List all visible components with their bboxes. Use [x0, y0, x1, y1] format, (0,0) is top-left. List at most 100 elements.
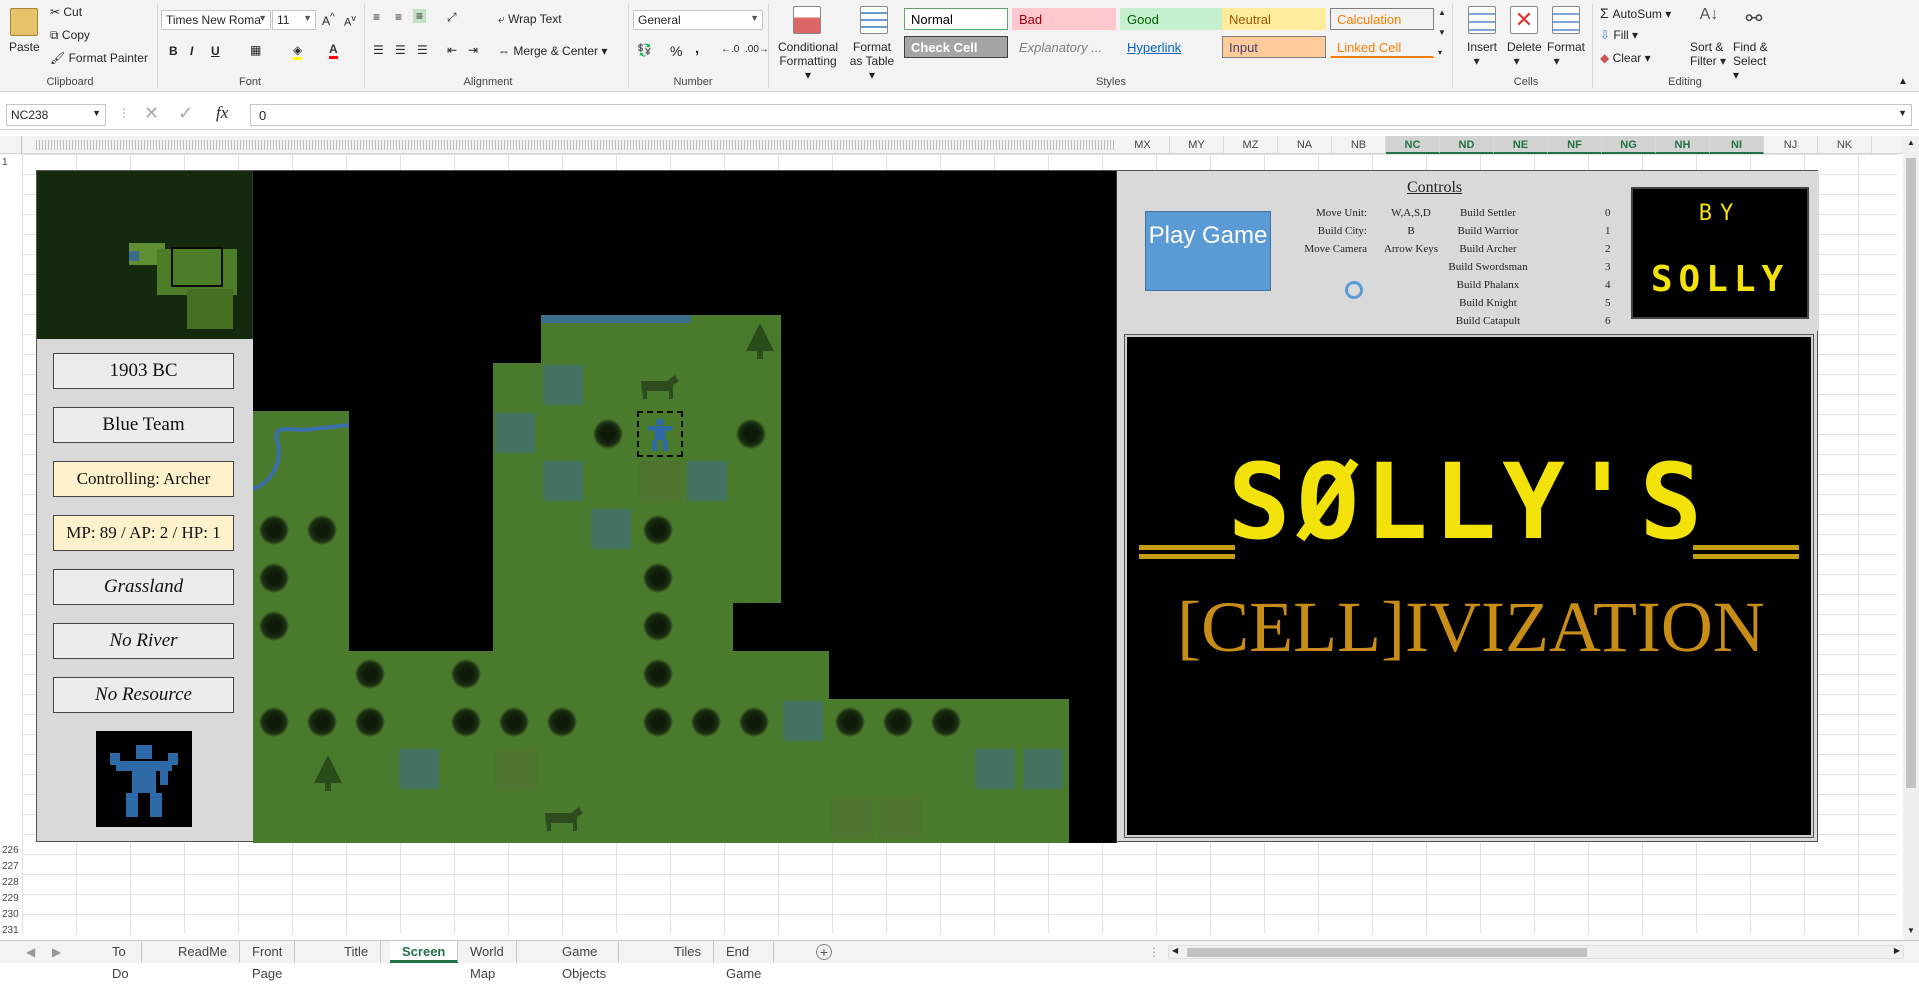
align-middle-icon[interactable]: ≡ — [395, 10, 402, 24]
gallery-scroll-up-icon[interactable]: ▲ — [1438, 8, 1446, 17]
insert-button[interactable]: Insert ▾ — [1467, 40, 1497, 68]
align-left-icon[interactable]: ☰ — [373, 43, 384, 57]
decrease-decimal-icon[interactable]: .00→ — [745, 44, 769, 55]
column-header-mx[interactable]: MX — [1116, 136, 1170, 154]
column-header-mz[interactable]: MZ — [1224, 136, 1278, 154]
cell-style-neutral[interactable]: Neutral — [1222, 8, 1326, 30]
paste-icon[interactable] — [10, 8, 38, 36]
fx-icon[interactable]: fx — [216, 103, 228, 123]
collapse-ribbon-icon[interactable]: ▲ — [1898, 76, 1908, 87]
column-header-ng[interactable]: NG — [1602, 136, 1656, 154]
scroll-right-icon[interactable]: ▶ — [1894, 946, 1900, 955]
play-game-button[interactable]: Play Game — [1145, 211, 1271, 291]
comma-button[interactable]: , — [695, 40, 699, 57]
row-header[interactable]: 229 — [0, 893, 22, 904]
number-format-select[interactable]: General ▼ — [633, 10, 763, 30]
gallery-more-icon[interactable]: ▾ — [1438, 48, 1442, 57]
align-bottom-icon[interactable]: ≡ — [413, 9, 427, 23]
increase-decimal-icon[interactable]: ←.0 — [721, 44, 739, 55]
binoculars-icon[interactable]: ⚯ — [1740, 6, 1768, 34]
sort-filter-icon[interactable]: A↓ — [1695, 6, 1723, 34]
column-header-nc[interactable]: NC — [1386, 136, 1440, 154]
cell-style-good[interactable]: Good — [1120, 8, 1224, 30]
tab-game-objects[interactable]: Game Objects — [550, 941, 620, 981]
fill-button[interactable]: ⇩ Fill ▾ — [1600, 28, 1638, 42]
column-header-nk[interactable]: NK — [1818, 136, 1872, 154]
find-select-button[interactable]: Find & Select ▾ — [1733, 40, 1775, 82]
cell-styles-gallery[interactable]: Normal Bad Good Neutral Calculation Check Cel… — [904, 8, 1442, 64]
row-header[interactable]: 230 — [0, 909, 22, 920]
delete-cells-icon[interactable]: ✕ — [1510, 6, 1538, 34]
cell-style-linked-cell[interactable]: Linked Cell — [1330, 36, 1434, 58]
scroll-down-icon[interactable]: ▼ — [1907, 926, 1915, 935]
insert-cells-icon[interactable] — [1468, 6, 1496, 34]
vertical-scrollbar[interactable]: ▲ ▼ — [1903, 136, 1919, 940]
cut-button[interactable]: ✂ Cut — [50, 5, 82, 19]
percent-button[interactable]: % — [670, 43, 682, 59]
selected-unit-cursor[interactable] — [637, 411, 683, 457]
italic-button[interactable]: I — [190, 44, 193, 58]
cell-style-normal[interactable]: Normal — [904, 8, 1008, 30]
tab-tiles[interactable]: Tiles — [662, 941, 714, 963]
close-icon[interactable]: ✕ — [144, 103, 159, 124]
align-top-icon[interactable]: ≡ — [373, 10, 380, 24]
wrap-text-button[interactable]: ⤶ Wrap Text — [498, 12, 562, 27]
bold-button[interactable]: B — [169, 44, 178, 58]
column-header-nj[interactable]: NJ — [1764, 136, 1818, 154]
conditional-formatting-button[interactable]: Conditional Formatting ▾ — [775, 40, 841, 82]
cell-style-explanatory[interactable]: Explanatory ... — [1012, 36, 1116, 58]
align-right-icon[interactable]: ☰ — [417, 43, 428, 57]
column-header-na[interactable]: NA — [1278, 136, 1332, 154]
cell-style-calculation[interactable]: Calculation — [1330, 8, 1434, 30]
row-header[interactable]: 228 — [0, 877, 22, 888]
format-cells-icon[interactable] — [1552, 6, 1580, 34]
font-name-select[interactable]: Times New Roma ▼ — [161, 10, 271, 30]
tab-end-game[interactable]: End Game — [714, 941, 775, 981]
delete-button[interactable]: Delete ▾ — [1507, 40, 1542, 68]
plus-icon[interactable]: + — [816, 944, 832, 960]
horizontal-scrollbar[interactable]: ◀ ▶ — [1168, 945, 1904, 959]
scroll-up-icon[interactable]: ▲ — [1907, 138, 1915, 147]
cell-style-hyperlink[interactable]: Hyperlink — [1120, 36, 1224, 58]
underline-button[interactable]: U — [211, 44, 220, 58]
increase-font-icon[interactable]: A^ — [322, 12, 335, 28]
row-header[interactable]: 231 — [0, 925, 22, 936]
column-header-my[interactable]: MY — [1170, 136, 1224, 154]
column-header-ne[interactable]: NE — [1494, 136, 1548, 154]
gallery-scroll-down-icon[interactable]: ▼ — [1438, 28, 1446, 37]
column-header-nh[interactable]: NH — [1656, 136, 1710, 154]
column-header-nf[interactable]: NF — [1548, 136, 1602, 154]
tab-world-map[interactable]: World Map — [458, 941, 517, 981]
cell-style-bad[interactable]: Bad — [1012, 8, 1116, 30]
paste-button[interactable]: Paste — [9, 40, 40, 54]
fill-color-icon[interactable]: ◈ — [293, 43, 303, 60]
copy-button[interactable]: ⧉ Copy — [50, 28, 90, 43]
format-table-icon[interactable] — [860, 6, 888, 34]
scroll-thumb[interactable] — [1187, 948, 1587, 957]
increase-indent-icon[interactable]: ⇥ — [468, 43, 478, 57]
tab-front-page[interactable]: Front Page — [240, 941, 296, 981]
clear-button[interactable]: ◆ Clear ▾ — [1600, 51, 1651, 65]
column-header-ni[interactable]: NI — [1710, 136, 1764, 154]
font-color-icon[interactable]: A — [329, 42, 338, 59]
merge-center-button[interactable]: ⇔ Merge & Center ▾ — [498, 44, 607, 58]
tab-screen[interactable]: Screen — [390, 941, 459, 963]
align-center-icon[interactable]: ☰ — [395, 43, 406, 57]
decrease-font-icon[interactable]: Av — [344, 13, 356, 29]
format-as-table-button[interactable]: Format as Table ▾ — [846, 40, 898, 82]
map-viewport[interactable] — [253, 171, 1117, 843]
row-header[interactable]: 227 — [0, 861, 22, 872]
autosum-button[interactable]: Σ AutoSum ▾ — [1600, 5, 1671, 21]
font-size-select[interactable]: 11 ▼ — [272, 10, 316, 30]
tab-scroll-left-icon[interactable]: ◀ — [26, 945, 35, 959]
formula-input[interactable]: 0 ▼ — [250, 104, 1912, 126]
name-box[interactable]: NC238 ▼ — [6, 104, 106, 126]
tab-scroll-right-icon[interactable]: ▶ — [52, 945, 61, 959]
scroll-left-icon[interactable]: ◀ — [1172, 946, 1178, 955]
cell-style-check-cell[interactable]: Check Cell — [904, 36, 1008, 58]
sort-filter-button[interactable]: Sort & Filter ▾ — [1690, 40, 1730, 68]
format-painter-button[interactable]: 🖌 Format Painter — [50, 51, 148, 65]
select-all-corner[interactable] — [0, 136, 22, 154]
column-header-nb[interactable]: NB — [1332, 136, 1386, 154]
currency-icon[interactable]: 💱 — [637, 43, 652, 57]
